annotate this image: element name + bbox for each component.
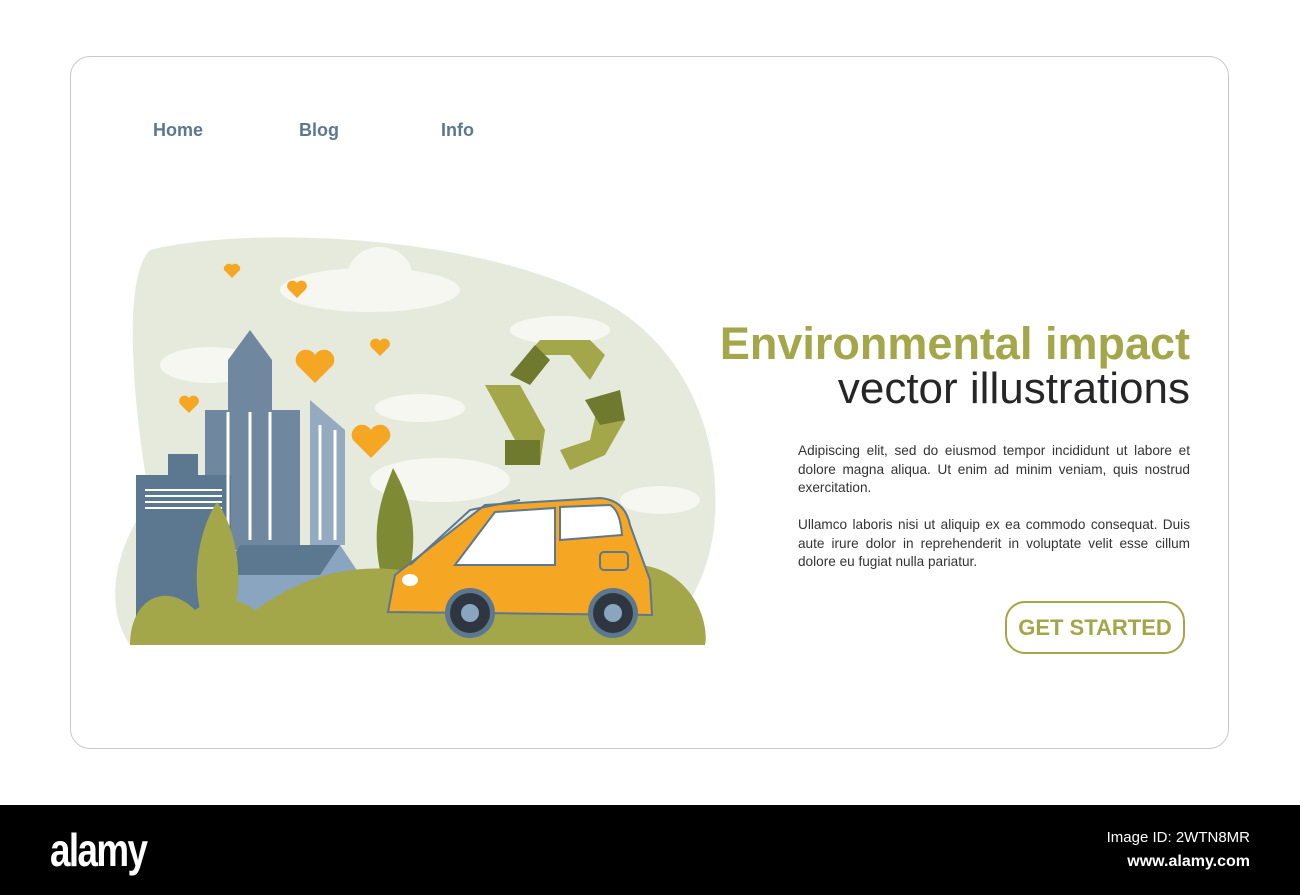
hero-paragraph-1: Adipiscing elit, sed do eiusmod tempor i… bbox=[798, 443, 1190, 495]
image-id: Image ID: 2WTN8MR bbox=[1106, 829, 1250, 846]
footer-url: www.alamy.com bbox=[1127, 853, 1250, 870]
hero-paragraph-2: Ullamco laboris nisi ut aliquip ex ea co… bbox=[798, 517, 1190, 569]
alamy-logo: alamy bbox=[50, 824, 148, 876]
hero-title-line1: Environmental impact bbox=[719, 318, 1190, 369]
hero-title-line2: vector illustrations bbox=[837, 364, 1190, 413]
watermark-footer: alamy Image ID: 2WTN8MR www.alamy.com bbox=[0, 805, 1300, 895]
get-started-button[interactable]: GET STARTED bbox=[1005, 601, 1185, 654]
